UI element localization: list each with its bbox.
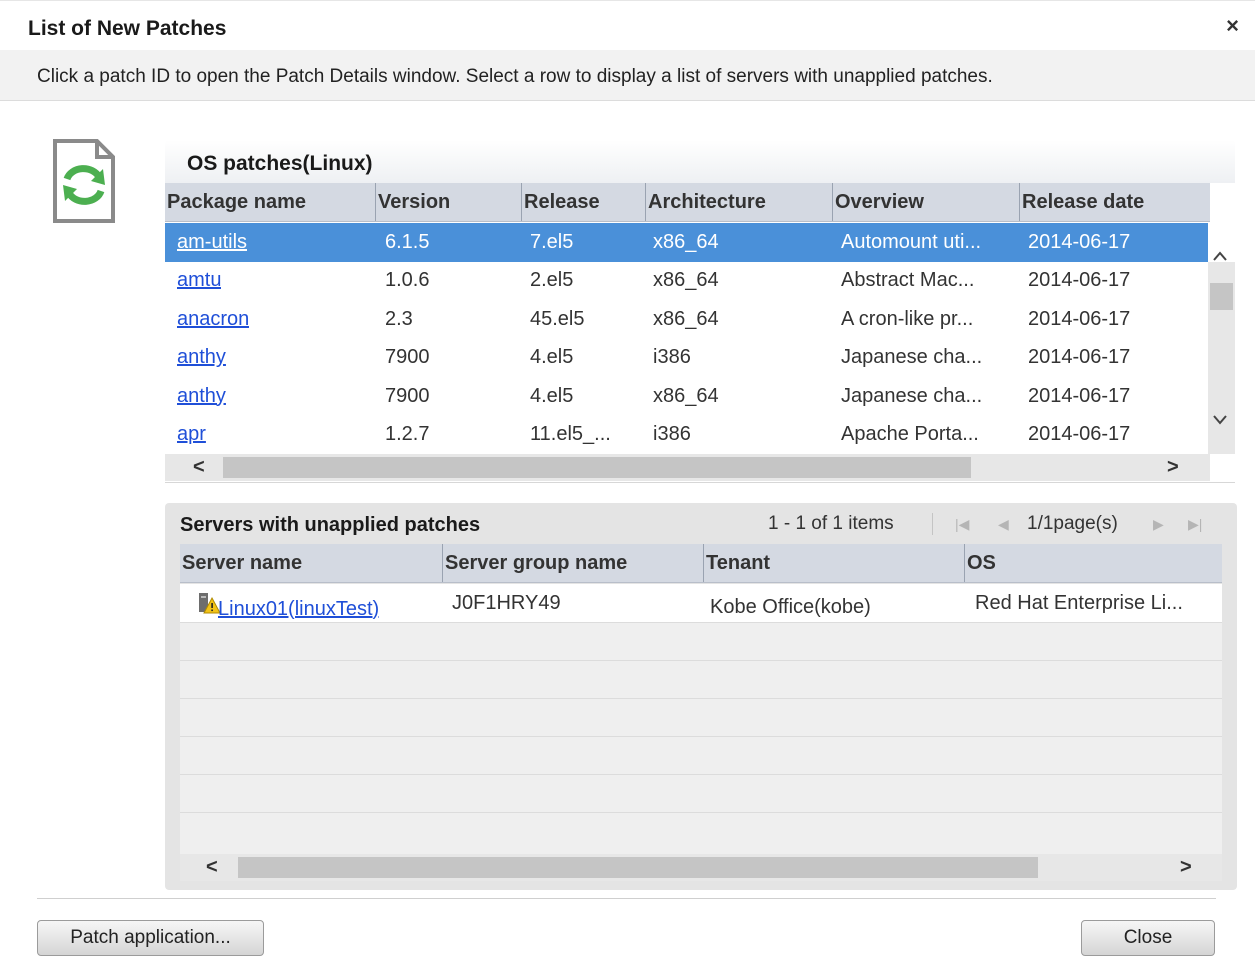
table-row[interactable]: anthy 7900 4.el5 x86_64 Japanese cha... 2014-…	[165, 377, 1208, 416]
patch-application-button[interactable]: Patch application...	[37, 920, 264, 956]
column-header-server-group-name[interactable]: Server group name	[442, 544, 703, 582]
package-name-link[interactable]: anthy	[177, 377, 226, 416]
scroll-left-icon[interactable]: <	[193, 457, 205, 477]
server-group-name: J0F1HRY49	[452, 591, 561, 614]
servers-horizontal-scrollbar[interactable]	[180, 854, 1222, 881]
scroll-down-icon[interactable]	[1212, 410, 1228, 430]
grid-line	[180, 812, 1222, 813]
column-header-tenant[interactable]: Tenant	[703, 544, 964, 582]
package-name-link[interactable]: anthy	[177, 339, 226, 378]
table-row[interactable]: amtu 1.0.6 2.el5 x86_64 Abstract Mac... 2014-…	[165, 262, 1208, 301]
release-cell: 11.el5_...	[530, 423, 611, 446]
architecture-cell: i386	[653, 346, 691, 369]
column-header-overview[interactable]: Overview	[832, 183, 1019, 221]
instruction-text: Click a patch ID to open the Patch Detai…	[37, 66, 993, 87]
version-cell: 6.1.5	[385, 230, 430, 253]
overview-cell: Japanese cha...	[841, 384, 983, 407]
overview-cell: A cron-like pr...	[841, 307, 974, 330]
scroll-left-icon[interactable]: <	[206, 857, 218, 877]
scroll-right-icon[interactable]: >	[1167, 457, 1179, 477]
servers-title: Servers with unapplied patches	[180, 514, 481, 536]
release-date-cell: 2014-06-17	[1028, 423, 1131, 446]
architecture-cell: x86_64	[653, 269, 719, 292]
release-date-cell: 2014-06-17	[1028, 269, 1131, 292]
horizontal-scroll-thumb[interactable]	[223, 457, 971, 478]
column-header-release[interactable]: Release	[521, 183, 645, 221]
table-row[interactable]: anthy 7900 4.el5 i386 Japanese cha... 2014-06…	[165, 339, 1208, 378]
vertical-scroll-thumb[interactable]	[1210, 283, 1233, 310]
version-cell: 1.2.7	[385, 423, 430, 446]
package-name-link[interactable]: anacron	[177, 300, 249, 339]
package-name-link[interactable]: apr	[177, 416, 206, 455]
footer-separator	[37, 898, 1216, 899]
grid-line	[180, 736, 1222, 737]
version-cell: 7900	[385, 384, 430, 407]
column-header-version[interactable]: Version	[375, 183, 521, 221]
version-cell: 2.3	[385, 307, 413, 330]
column-header-server-name[interactable]: Server name	[180, 544, 442, 582]
architecture-cell: i386	[653, 423, 691, 446]
column-header-architecture[interactable]: Architecture	[645, 183, 832, 221]
warning-icon	[199, 593, 220, 614]
server-tenant: Kobe Office(kobe)	[710, 595, 871, 618]
release-cell: 7.el5	[530, 230, 574, 253]
release-cell: 2.el5	[530, 269, 574, 292]
server-name-link[interactable]: Linux01(linuxTest)	[218, 584, 379, 628]
server-os: Red Hat Enterprise Li...	[975, 591, 1183, 614]
previous-page-icon[interactable]: ◀	[998, 516, 1009, 533]
pager-divider	[932, 513, 933, 535]
release-date-cell: 2014-06-17	[1028, 346, 1131, 369]
overview-cell: Apache Porta...	[841, 423, 979, 446]
pager-range: 1 - 1 of 1 items	[768, 513, 894, 534]
close-button[interactable]: Close	[1081, 920, 1215, 956]
panel-divider	[165, 482, 1235, 483]
table-row[interactable]: Linux01(linuxTest) J0F1HRY49 Kobe Office…	[180, 584, 1222, 622]
release-date-cell: 2014-06-17	[1028, 307, 1131, 330]
release-date-cell: 2014-06-17	[1028, 230, 1131, 253]
instruction-bar: Click a patch ID to open the Patch Detai…	[0, 50, 1255, 101]
dialog-title: List of New Patches	[28, 17, 227, 40]
patch-document-icon	[53, 139, 115, 223]
package-name-link[interactable]: amtu	[177, 262, 221, 301]
next-page-icon[interactable]: ▶	[1153, 516, 1164, 533]
version-cell: 1.0.6	[385, 269, 430, 292]
last-page-icon[interactable]: ▶|	[1188, 516, 1202, 533]
version-cell: 7900	[385, 346, 430, 369]
table-row[interactable]: apr 1.2.7 11.el5_... i386 Apache Porta... 201…	[165, 416, 1208, 455]
first-page-icon[interactable]: |◀	[955, 516, 969, 533]
column-header-os[interactable]: OS	[964, 544, 1222, 582]
overview-cell: Automount uti...	[841, 230, 982, 253]
release-cell: 4.el5	[530, 384, 574, 407]
pager-page: 1/1page(s)	[1027, 513, 1118, 534]
grid-line	[180, 774, 1222, 775]
overview-cell: Japanese cha...	[841, 346, 983, 369]
scroll-right-icon[interactable]: >	[1180, 857, 1192, 877]
os-patches-title: OS patches(Linux)	[187, 152, 373, 175]
horizontal-scroll-thumb[interactable]	[238, 857, 1038, 878]
architecture-cell: x86_64	[653, 307, 719, 330]
architecture-cell: x86_64	[653, 384, 719, 407]
release-cell: 45.el5	[530, 307, 585, 330]
column-header-package-name[interactable]: Package name	[165, 183, 375, 221]
dialog-titlebar: List of New Patches ×	[0, 0, 1255, 51]
package-name-link[interactable]: am-utils	[177, 223, 247, 262]
scroll-up-icon[interactable]	[1212, 246, 1228, 266]
overview-cell: Abstract Mac...	[841, 269, 975, 292]
grid-line	[180, 660, 1222, 661]
server-status-icon	[198, 584, 220, 622]
close-icon[interactable]: ×	[1226, 14, 1239, 38]
architecture-cell: x86_64	[653, 230, 719, 253]
new-patches-dialog: List of New Patches × Click a patch ID t…	[0, 0, 1255, 974]
grid-line	[180, 698, 1222, 699]
patches-table-header: Package name Version Release Architectur…	[165, 183, 1210, 222]
release-cell: 4.el5	[530, 346, 574, 369]
table-row[interactable]: am-utils 6.1.5 7.el5 x86_64 Automount uti...…	[165, 223, 1208, 262]
servers-table-header: Server name Server group name Tenant OS	[180, 544, 1222, 583]
table-row[interactable]: anacron 2.3 45.el5 x86_64 A cron-like pr... 2…	[165, 300, 1208, 339]
column-header-release-date[interactable]: Release date	[1019, 183, 1210, 221]
release-date-cell: 2014-06-17	[1028, 384, 1131, 407]
patches-horizontal-scrollbar[interactable]	[165, 454, 1210, 481]
